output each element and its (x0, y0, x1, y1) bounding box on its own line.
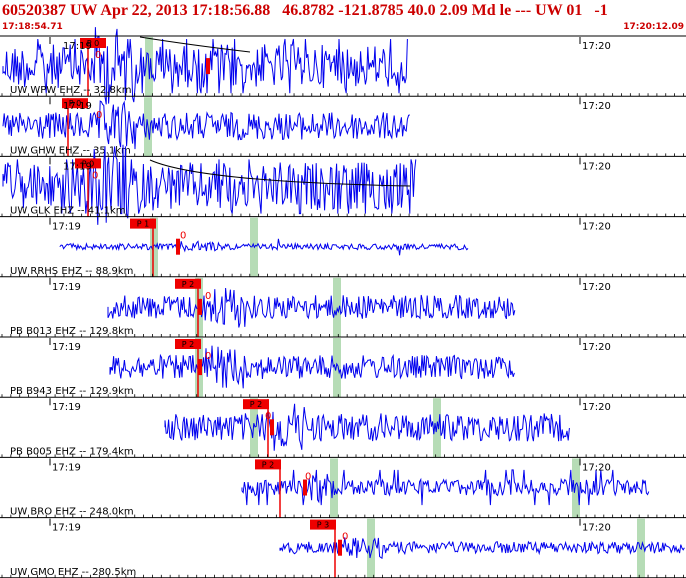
tick-label-1719: 17:19 (52, 523, 81, 534)
tick-label-1720: 17:20 (582, 523, 611, 534)
pick-label: P 2 (182, 340, 194, 349)
phase-window (572, 458, 580, 518)
tick-label-1719: 17:19 (52, 462, 81, 473)
tick-label-1720: 17:20 (582, 462, 611, 473)
tick-label-1719: 17:19 (52, 222, 81, 233)
trace-panel: P 0017:19 17:20UW WPW EHZ -- 32.8kmP 0017… (0, 27, 686, 578)
tick-label-1719: 17:19 (52, 342, 81, 353)
tick-label-1719: 17:19 (52, 402, 81, 413)
pick-label: P 2 (182, 280, 194, 289)
pick-label: P 2 (262, 460, 274, 469)
tick-label-1720: 17:20 (582, 402, 611, 413)
onset-weight: 0 (96, 110, 102, 121)
onset-weight: 0 (305, 471, 311, 482)
tick-label-1719: 17:19 (63, 101, 92, 112)
tick-label-1720: 17:20 (582, 282, 611, 293)
tick-label-1719: 17:19 (52, 282, 81, 293)
waveform-trace (107, 287, 516, 328)
waveform-trace (164, 403, 570, 451)
onset-weight: 0 (180, 231, 186, 242)
tick-label-1720: 17:20 (582, 101, 611, 112)
onset-weight: 0 (92, 170, 98, 181)
tick-label-1720: 17:20 (582, 161, 611, 172)
onset-weight: 0 (95, 50, 101, 61)
pick-label: P 2 (250, 400, 262, 409)
phase-window (333, 338, 341, 398)
onset-marker (206, 58, 210, 75)
onset-marker (198, 298, 202, 315)
waveform-trace (109, 345, 515, 389)
tick-label-1719: 17:19 (63, 41, 92, 52)
onset-weight: 0 (342, 532, 348, 543)
station-label: UW GHW EHZ -- 35.1km (10, 145, 131, 156)
pick-label: P 3 (317, 521, 329, 530)
onset-weight: 0 (205, 351, 211, 362)
tick-label-1720: 17:20 (582, 342, 611, 353)
tick-label-1720: 17:20 (582, 41, 611, 52)
amplitude-curve (139, 36, 251, 53)
seismogram-viewer: 60520387 UW Apr 22, 2013 17:18:56.88 46.… (0, 0, 686, 578)
pick-label: P 1 (137, 220, 149, 229)
waveform-trace (59, 238, 469, 256)
onset-weight: 0 (265, 411, 271, 422)
onset-weight: 0 (205, 291, 211, 302)
tick-label-1719: 17:19 (63, 161, 92, 172)
onset-marker (198, 359, 202, 376)
tick-label-1720: 17:20 (582, 222, 611, 233)
